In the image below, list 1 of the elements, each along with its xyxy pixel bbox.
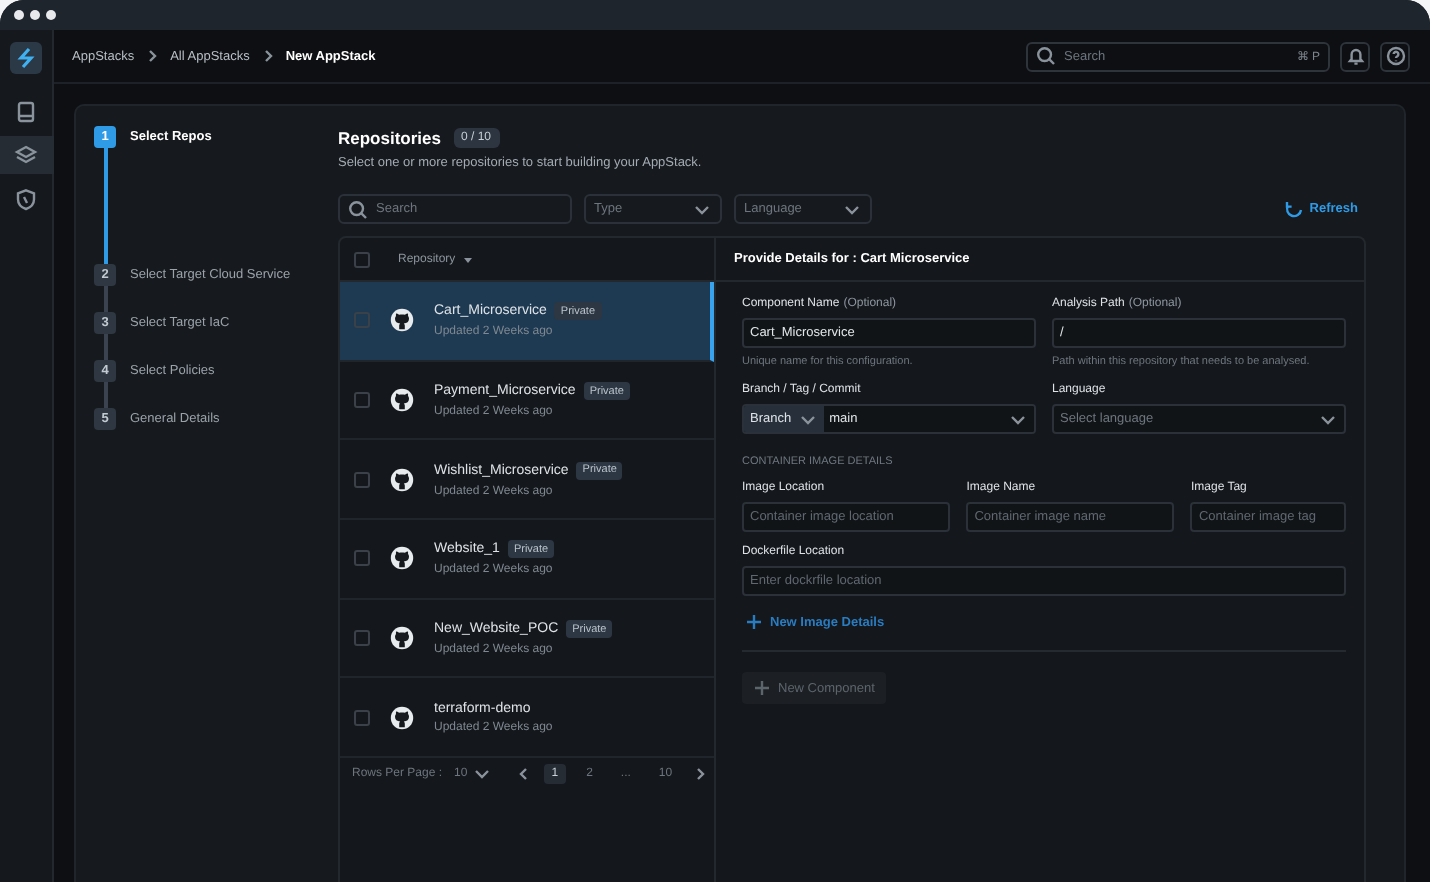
section-title: Repositories: [338, 128, 441, 148]
